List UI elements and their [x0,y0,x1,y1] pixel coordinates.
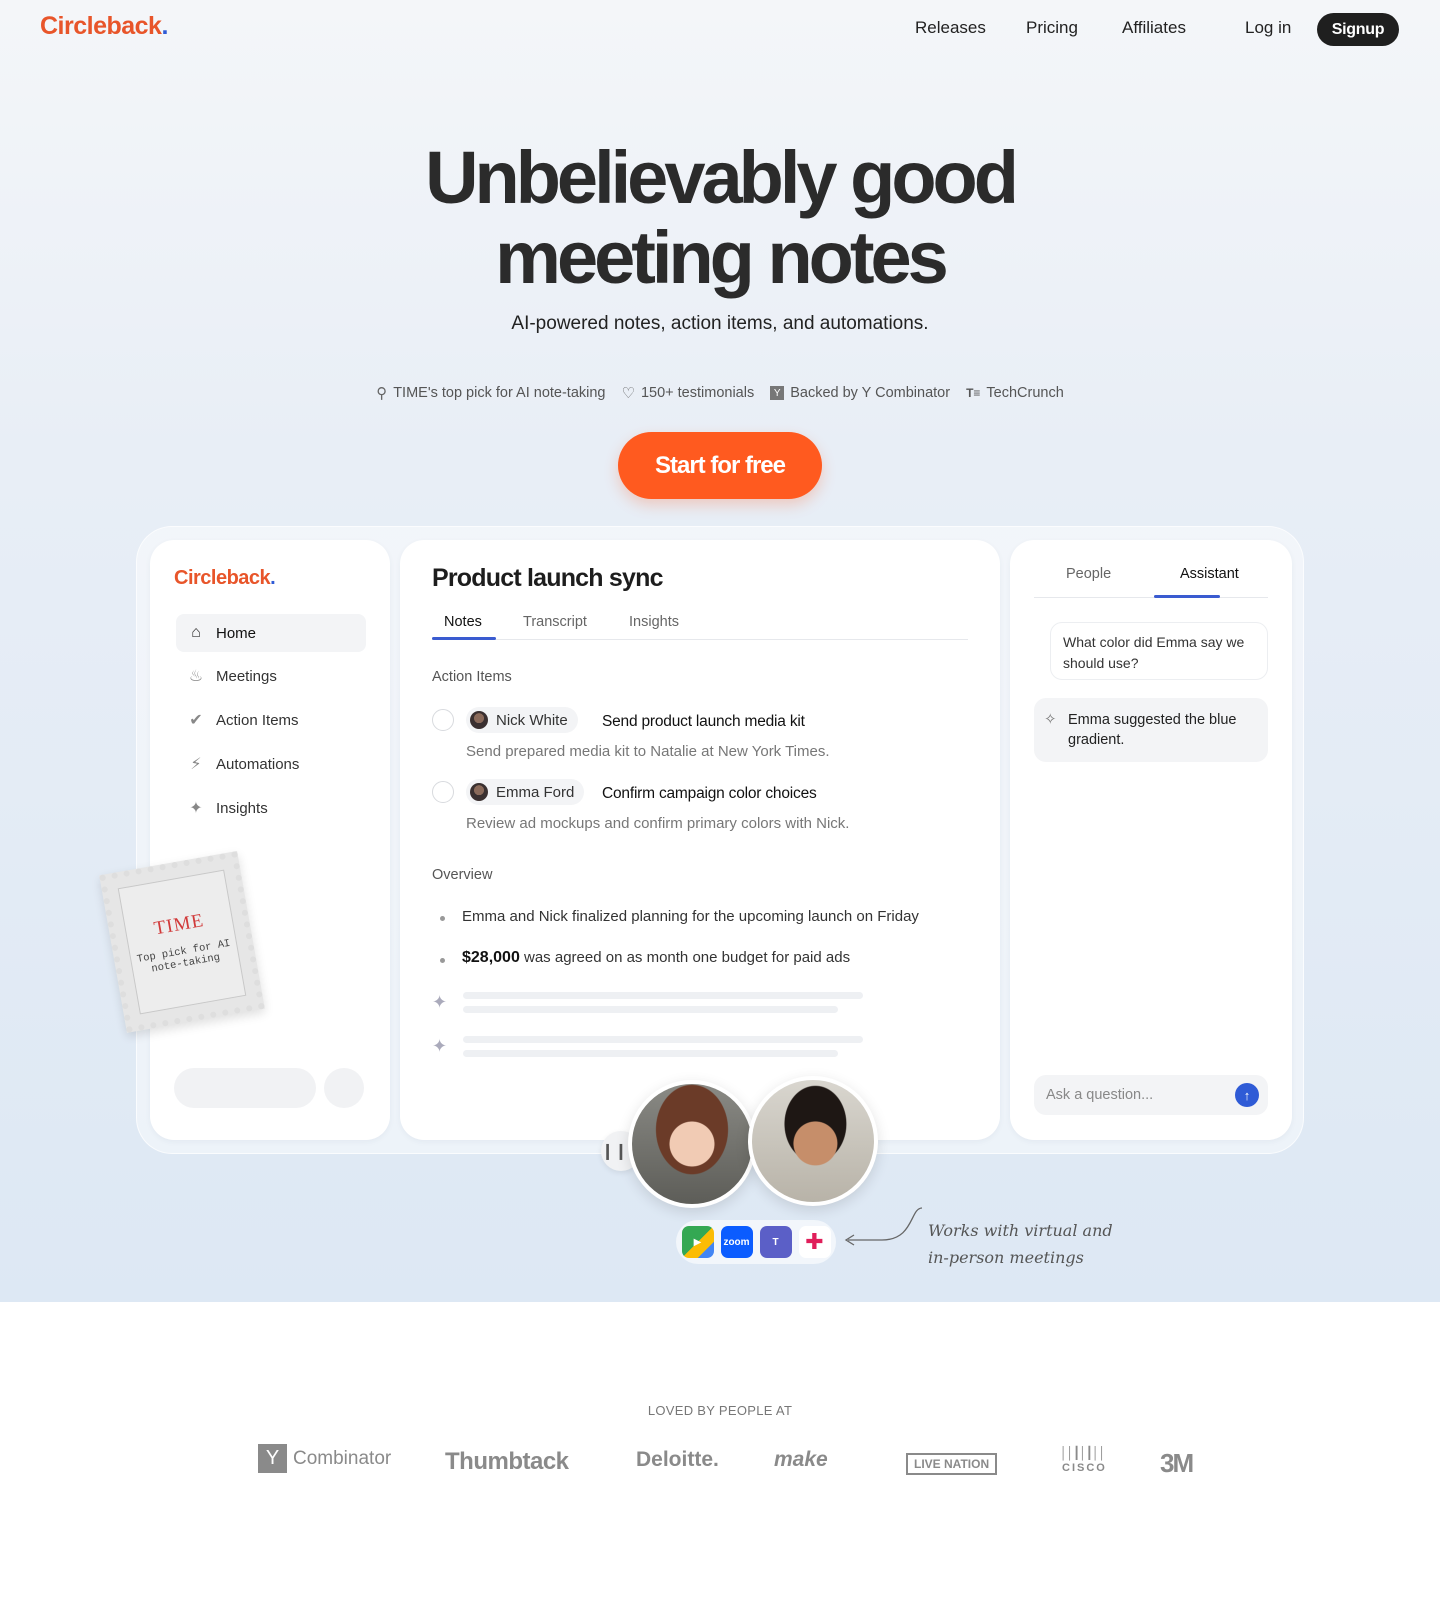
time-stamp-badge: TIME Top pick for AI note-taking [99,851,265,1033]
loading-skeleton [463,992,863,999]
nav-pricing-link[interactable]: Pricing [1026,18,1078,38]
start-for-free-button[interactable]: Start for free [618,432,822,499]
techcrunch-icon: T≡ [966,386,981,400]
bullet [440,958,445,963]
live-nation-logo: LIVE NATION [906,1453,998,1475]
heart-icon: ♡ [621,385,635,402]
action-item-description: Review ad mockups and confirm primary co… [466,815,850,832]
sparkles-icon: ✦ [189,800,203,817]
integrations-row: ▶ zoom T ✚ [676,1220,836,1264]
action-item-title: Confirm campaign color choices [602,785,817,802]
cisco-bars-icon: ││┃│┃││ [1060,1446,1106,1460]
avatar [470,783,488,801]
overview-item: Emma and Nick finalized planning for the… [462,908,919,925]
action-item-title: Send product launch media kit [602,713,805,730]
google-meet-icon: ▶ [681,1226,714,1258]
3m-logo: 3M [1160,1448,1194,1478]
sidebar-placeholder-pill [174,1068,316,1108]
zoom-icon: zoom [720,1226,753,1258]
tabs-divider [432,639,968,640]
make-logo: make [774,1448,828,1471]
bullet [440,916,445,921]
tabs-divider [1034,597,1268,598]
check-circle-icon: ✔ [189,712,203,729]
avatar-man [748,1076,878,1206]
tab-notes[interactable]: Notes [444,614,482,630]
avatar-woman [628,1080,756,1208]
teams-icon: T [759,1226,792,1258]
nav-releases-link[interactable]: Releases [915,18,986,38]
lightning-icon: ⚡ [190,756,202,773]
sidebar-item-action-items[interactable]: ✔ Action Items [176,701,366,739]
sidebar-placeholder-circle [324,1068,364,1108]
sparkles-icon: ✦ [432,1036,448,1056]
integrations-note: Works with virtual and in-person meeting… [928,1221,1113,1267]
slack-icon: ✚ [798,1226,831,1258]
sidebar-item-meetings[interactable]: ♨ Meetings [176,657,366,695]
thumbtack-logo: Thumbtack [445,1448,569,1475]
cisco-logo: CISCO [1062,1462,1107,1474]
arrow-icon [844,1207,923,1246]
badge-testimonials: ♡ 150+ testimonials [621,385,755,402]
avatar [470,711,488,729]
send-arrow-icon[interactable]: ↑ [1235,1083,1259,1107]
assistant-answer-bubble: Emma suggested the blue gradient. [1034,698,1268,762]
assignee-chip: Emma Ford [466,779,585,805]
hero-subhead: AI-powered notes, action items, and auto… [511,313,929,334]
sparkles-icon: ✦ [432,992,448,1012]
mock-sidebar-logo: Circleback. [174,567,276,589]
badge-time: ⚲ TIME's top pick for AI note-taking [376,385,606,402]
hero-headline: Unbelievably good meeting notes [425,136,1019,299]
active-tab-indicator [432,637,496,640]
loading-skeleton [463,1006,838,1013]
user-question-bubble: What color did Emma say we should use? [1050,622,1268,680]
action-item-description: Send prepared media kit to Natalie at Ne… [466,743,830,760]
nav-login-link[interactable]: Log in [1245,18,1291,38]
nav-logo[interactable]: Circleback. [40,12,168,41]
badge-ycombinator: Y Backed by Y Combinator [770,384,950,402]
overview-heading: Overview [432,867,493,883]
ycombinator-icon: Y [770,386,785,400]
loading-skeleton [463,1050,838,1057]
deloitte-logo: Deloitte. [636,1448,719,1471]
sidebar-item-insights[interactable]: ✦ Insights [176,789,366,827]
tab-transcript[interactable]: Transcript [523,614,587,630]
action-items-heading: Action Items [432,669,512,685]
ask-question-input[interactable]: Ask a question... [1034,1075,1268,1115]
active-tab-indicator [1154,595,1220,598]
meeting-title: Product launch sync [432,564,663,592]
action-item-checkbox[interactable] [432,781,454,803]
badge-techcrunch: T≡ TechCrunch [966,385,1064,401]
assignee-chip: Nick White [466,707,578,733]
signup-button[interactable]: Signup [1317,13,1399,46]
overview-item: $28,000 was agreed on as month one budge… [462,949,851,966]
tab-assistant[interactable]: Assistant [1180,566,1239,582]
sparkle-icon: ✧ [1044,711,1057,728]
ycombinator-logo: Y Combinator [258,1444,391,1473]
loading-skeleton [463,1036,863,1043]
fire-icon: ♨ [188,668,204,685]
tab-people[interactable]: People [1066,566,1111,582]
tab-insights[interactable]: Insights [629,614,679,630]
action-item-checkbox[interactable] [432,709,454,731]
sidebar-item-automations[interactable]: ⚡ Automations [176,745,366,783]
trust-badges: ⚲ TIME's top pick for AI note-taking ♡ 150… [0,384,1440,402]
award-icon: ⚲ [376,385,388,402]
sidebar-item-home[interactable]: ⌂ Home [176,614,366,652]
home-icon: ⌂ [191,624,201,641]
nav-affiliates-link[interactable]: Affiliates [1122,18,1186,38]
loved-by-label: LOVED BY PEOPLE AT [647,1403,793,1418]
